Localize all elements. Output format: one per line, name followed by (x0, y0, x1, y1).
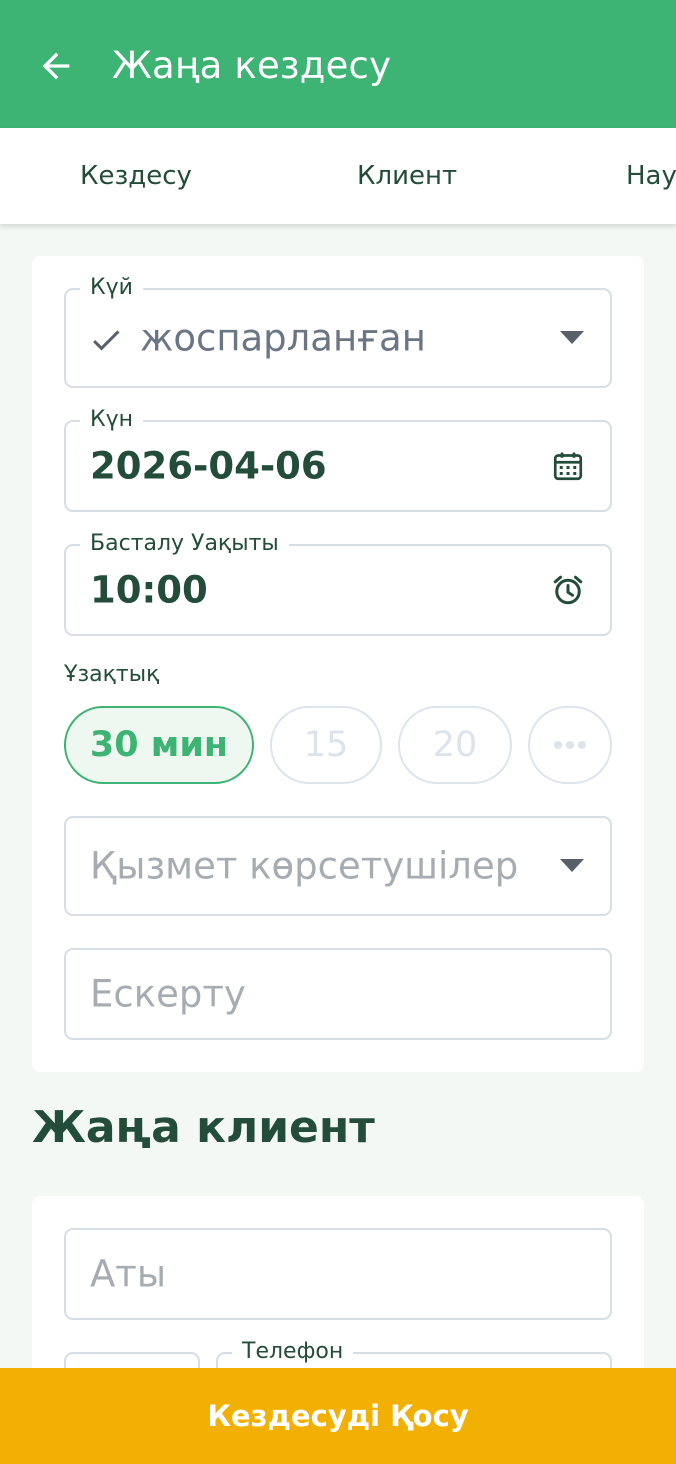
note-placeholder: Ескерту (90, 972, 246, 1016)
alarm-clock-icon[interactable] (550, 572, 586, 608)
more-horizontal-icon (554, 741, 586, 749)
status-dropdown[interactable]: Күй жоспарланған (64, 274, 612, 388)
arrow-left-icon (42, 52, 70, 80)
chevron-down-icon (560, 859, 584, 872)
tab-appointment[interactable]: Кездесу (80, 128, 192, 224)
duration-label: Ұзақтық (64, 662, 160, 687)
date-label: Күн (80, 406, 144, 434)
date-value: 2026-04-06 (90, 444, 327, 488)
client-name-input[interactable]: Аты (64, 1228, 612, 1320)
new-client-card: Аты Телефон (32, 1196, 644, 1432)
duration-chip-30[interactable]: 30 мин (64, 706, 254, 784)
check-icon (93, 330, 120, 351)
status-label: Күй (80, 274, 143, 302)
page-title: Жаңа кездесу (112, 44, 392, 87)
note-input[interactable]: Ескерту (64, 948, 612, 1040)
providers-placeholder: Қызмет көрсетушілер (90, 844, 519, 888)
tab-partial[interactable]: Нау (626, 128, 676, 224)
back-button[interactable] (28, 38, 84, 94)
start-time-field[interactable]: Басталу Уақыты 10:00 (64, 530, 612, 636)
client-name-placeholder: Аты (90, 1252, 167, 1296)
add-appointment-button[interactable]: Кездесуді Қосу (0, 1368, 676, 1464)
tab-bar: Кездесу Клиент Нау (0, 128, 676, 224)
new-client-title: Жаңа клиент (32, 1102, 375, 1153)
app-bar: Жаңа кездесу (0, 0, 676, 128)
date-field[interactable]: Күн 2026-04-06 (64, 406, 612, 512)
start-time-label: Басталу Уақыты (80, 530, 289, 558)
chevron-down-icon (560, 331, 584, 344)
tab-client[interactable]: Клиент (357, 128, 457, 224)
calendar-icon[interactable] (550, 448, 586, 484)
appointment-card: Күй жоспарланған Күн 2026-04-06 Басталу … (32, 256, 644, 1072)
start-time-value: 10:00 (90, 568, 208, 612)
duration-chip-15[interactable]: 15 (270, 706, 382, 784)
duration-chip-20[interactable]: 20 (398, 706, 512, 784)
duration-more-button[interactable] (528, 706, 612, 784)
status-value: жоспарланған (140, 316, 426, 360)
phone-label: Телефон (232, 1338, 354, 1366)
providers-dropdown[interactable]: Қызмет көрсетушілер (64, 816, 612, 916)
